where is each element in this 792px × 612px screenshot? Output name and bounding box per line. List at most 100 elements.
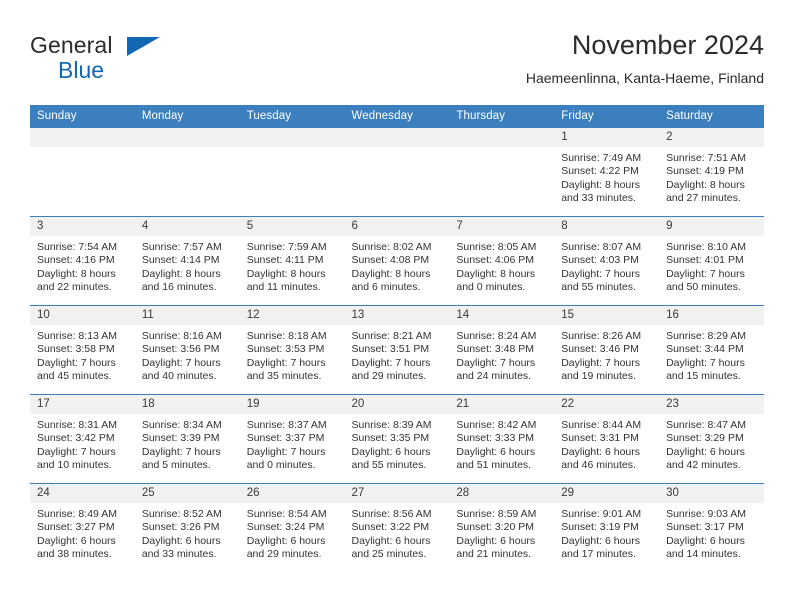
day-sun-info: Sunrise: 7:51 AM Sunset: 4:19 PM Daylight:… — [659, 147, 764, 206]
day-sun-info: Sunrise: 8:21 AM Sunset: 3:51 PM Daylight:… — [345, 325, 450, 384]
daylight-text: Daylight: 7 hours — [37, 445, 116, 458]
daylight-text: Daylight: 6 hours — [456, 534, 536, 547]
day-sun-info: Sunrise: 8:26 AM Sunset: 3:46 PM Daylight:… — [554, 325, 659, 384]
calendar-day-cell[interactable]: 30 Sunrise: 9:03 AM Sunset: 3:17 PM Dayligh… — [659, 483, 764, 573]
calendar-day-cell[interactable]: 10 Sunrise: 8:13 AM Sunset: 3:58 PM Dayligh… — [30, 305, 135, 395]
sunset-text: Sunset: 4:22 PM — [561, 165, 639, 178]
day-sun-info: Sunrise: 8:10 AM Sunset: 4:01 PM Daylight:… — [659, 236, 764, 295]
daylight-text: Daylight: 6 hours — [141, 534, 221, 547]
day-number: 7 — [449, 217, 555, 236]
daylight-text: and 42 minutes. — [666, 459, 741, 472]
daylight-text: and 6 minutes. — [351, 281, 421, 294]
triangle-flag-icon — [127, 37, 160, 56]
calendar-day-cell[interactable]: 8 Sunrise: 8:07 AM Sunset: 4:03 PM Daylight… — [554, 216, 660, 306]
sunset-text: Sunset: 3:58 PM — [37, 343, 115, 356]
day-number: 15 — [554, 306, 660, 325]
calendar-day-cell[interactable]: 20 Sunrise: 8:39 AM Sunset: 3:35 PM Dayligh… — [344, 394, 450, 484]
daylight-text: and 17 minutes. — [561, 548, 636, 561]
calendar-day-cell[interactable]: 11 Sunrise: 8:16 AM Sunset: 3:56 PM Dayligh… — [134, 305, 240, 395]
calendar-day-cell-empty — [449, 127, 555, 217]
daylight-text: Daylight: 7 hours — [666, 356, 745, 369]
sunset-text: Sunset: 3:42 PM — [37, 432, 115, 445]
weekday-header-wednesday: Wednesday — [344, 105, 450, 128]
calendar-day-cell[interactable]: 9 Sunrise: 8:10 AM Sunset: 4:01 PM Daylight… — [659, 216, 764, 306]
day-number: 9 — [659, 217, 764, 236]
calendar-day-cell[interactable]: 24 Sunrise: 8:49 AM Sunset: 3:27 PM Dayligh… — [30, 483, 135, 573]
logo[interactable]: General Blue — [30, 32, 170, 88]
day-number: 11 — [134, 306, 240, 325]
day-number: 6 — [344, 217, 450, 236]
calendar-day-cell[interactable]: 19 Sunrise: 8:37 AM Sunset: 3:37 PM Dayligh… — [239, 394, 345, 484]
daylight-text: and 55 minutes. — [561, 281, 636, 294]
sunrise-text: Sunrise: 8:10 AM — [666, 241, 747, 253]
day-sun-info: Sunrise: 8:29 AM Sunset: 3:44 PM Daylight:… — [659, 325, 764, 384]
daylight-text: Daylight: 7 hours — [561, 267, 641, 280]
sunrise-text: Sunrise: 8:56 AM — [351, 508, 432, 520]
calendar-day-cell[interactable]: 15 Sunrise: 8:26 AM Sunset: 3:46 PM Dayligh… — [554, 305, 660, 395]
daylight-text: and 50 minutes. — [666, 281, 741, 294]
calendar-day-cell[interactable]: 12 Sunrise: 8:18 AM Sunset: 3:53 PM Dayligh… — [239, 305, 345, 395]
day-sun-info: Sunrise: 8:31 AM Sunset: 3:42 PM Daylight:… — [30, 414, 135, 473]
sunrise-text: Sunrise: 8:37 AM — [246, 419, 327, 431]
calendar-day-cell[interactable]: 14 Sunrise: 8:24 AM Sunset: 3:48 PM Dayligh… — [449, 305, 555, 395]
sunset-text: Sunset: 3:17 PM — [666, 521, 744, 534]
calendar-day-cell[interactable]: 18 Sunrise: 8:34 AM Sunset: 3:39 PM Dayligh… — [134, 394, 240, 484]
calendar-day-cell[interactable]: 28 Sunrise: 8:59 AM Sunset: 3:20 PM Dayligh… — [449, 483, 555, 573]
weekday-header-thursday: Thursday — [449, 105, 555, 128]
calendar-day-cell[interactable]: 21 Sunrise: 8:42 AM Sunset: 3:33 PM Dayligh… — [449, 394, 555, 484]
calendar-day-cell[interactable]: 25 Sunrise: 8:52 AM Sunset: 3:26 PM Dayligh… — [134, 483, 240, 573]
daylight-text: and 33 minutes. — [141, 548, 217, 561]
calendar-body: 1 Sunrise: 7:49 AM Sunset: 4:22 PM Daylight… — [30, 127, 764, 573]
daylight-text: and 5 minutes. — [141, 459, 211, 472]
daylight-text: and 15 minutes. — [666, 370, 741, 383]
day-sun-info: Sunrise: 8:13 AM Sunset: 3:58 PM Daylight:… — [30, 325, 135, 384]
daylight-text: Daylight: 6 hours — [351, 445, 431, 458]
sunset-text: Sunset: 3:44 PM — [666, 343, 744, 356]
daylight-text: Daylight: 8 hours — [666, 178, 745, 191]
day-number — [134, 128, 240, 147]
calendar-day-cell[interactable]: 3 Sunrise: 7:54 AM Sunset: 4:16 PM Daylight… — [30, 216, 135, 306]
sunset-text: Sunset: 4:16 PM — [37, 254, 115, 267]
day-sun-info: Sunrise: 8:47 AM Sunset: 3:29 PM Daylight:… — [659, 414, 764, 473]
calendar-week-row: 1 Sunrise: 7:49 AM Sunset: 4:22 PM Daylight… — [30, 127, 764, 217]
sunset-text: Sunset: 4:19 PM — [666, 165, 744, 178]
day-number: 12 — [239, 306, 345, 325]
calendar-day-cell[interactable]: 27 Sunrise: 8:56 AM Sunset: 3:22 PM Dayligh… — [344, 483, 450, 573]
sunrise-text: Sunrise: 8:29 AM — [666, 330, 747, 342]
calendar-week-row: 10 Sunrise: 8:13 AM Sunset: 3:58 PM Dayligh… — [30, 305, 764, 395]
calendar-header-row: Sunday Monday Tuesday Wednesday Thursday… — [30, 105, 764, 128]
sunset-text: Sunset: 3:22 PM — [351, 521, 430, 534]
page-subtitle: Haemeenlinna, Kanta-Haeme, Finland — [525, 70, 764, 86]
calendar-day-cell[interactable]: 13 Sunrise: 8:21 AM Sunset: 3:51 PM Dayligh… — [344, 305, 450, 395]
daylight-text: and 19 minutes. — [561, 370, 636, 383]
daylight-text: and 24 minutes. — [456, 370, 532, 383]
calendar-day-cell[interactable]: 29 Sunrise: 9:01 AM Sunset: 3:19 PM Dayligh… — [554, 483, 660, 573]
calendar-day-cell[interactable]: 23 Sunrise: 8:47 AM Sunset: 3:29 PM Dayligh… — [659, 394, 764, 484]
day-sun-info: Sunrise: 8:05 AM Sunset: 4:06 PM Daylight:… — [449, 236, 554, 295]
daylight-text: Daylight: 8 hours — [456, 267, 536, 280]
sunrise-text: Sunrise: 8:39 AM — [351, 419, 432, 431]
daylight-text: and 55 minutes. — [351, 459, 427, 472]
calendar-day-cell[interactable]: 16 Sunrise: 8:29 AM Sunset: 3:44 PM Dayligh… — [659, 305, 764, 395]
calendar-day-cell[interactable]: 4 Sunrise: 7:57 AM Sunset: 4:14 PM Daylight… — [134, 216, 240, 306]
daylight-text: and 40 minutes. — [141, 370, 217, 383]
calendar-day-cell[interactable]: 6 Sunrise: 8:02 AM Sunset: 4:08 PM Daylight… — [344, 216, 450, 306]
day-sun-info: Sunrise: 8:07 AM Sunset: 4:03 PM Daylight:… — [554, 236, 659, 295]
daylight-text: Daylight: 7 hours — [141, 445, 221, 458]
calendar-day-cell[interactable]: 7 Sunrise: 8:05 AM Sunset: 4:06 PM Daylight… — [449, 216, 555, 306]
sunrise-text: Sunrise: 8:05 AM — [456, 241, 537, 253]
daylight-text: Daylight: 8 hours — [561, 178, 641, 191]
calendar-day-cell[interactable]: 22 Sunrise: 8:44 AM Sunset: 3:31 PM Dayligh… — [554, 394, 660, 484]
calendar-page: General Blue November 2024 Haemeenlinna,… — [0, 0, 792, 612]
daylight-text: and 16 minutes. — [141, 281, 217, 294]
calendar-day-cell-empty — [344, 127, 450, 217]
day-sun-info: Sunrise: 8:18 AM Sunset: 3:53 PM Daylight:… — [240, 325, 345, 384]
calendar-day-cell[interactable]: 1 Sunrise: 7:49 AM Sunset: 4:22 PM Daylight… — [554, 127, 660, 217]
calendar-day-cell[interactable]: 26 Sunrise: 8:54 AM Sunset: 3:24 PM Dayligh… — [239, 483, 345, 573]
sunrise-text: Sunrise: 8:54 AM — [246, 508, 327, 520]
sunset-text: Sunset: 3:27 PM — [37, 521, 115, 534]
daylight-text: Daylight: 6 hours — [561, 445, 641, 458]
calendar-day-cell[interactable]: 5 Sunrise: 7:59 AM Sunset: 4:11 PM Daylight… — [239, 216, 345, 306]
calendar-day-cell[interactable]: 2 Sunrise: 7:51 AM Sunset: 4:19 PM Daylight… — [659, 127, 764, 217]
calendar-day-cell[interactable]: 17 Sunrise: 8:31 AM Sunset: 3:42 PM Dayligh… — [30, 394, 135, 484]
